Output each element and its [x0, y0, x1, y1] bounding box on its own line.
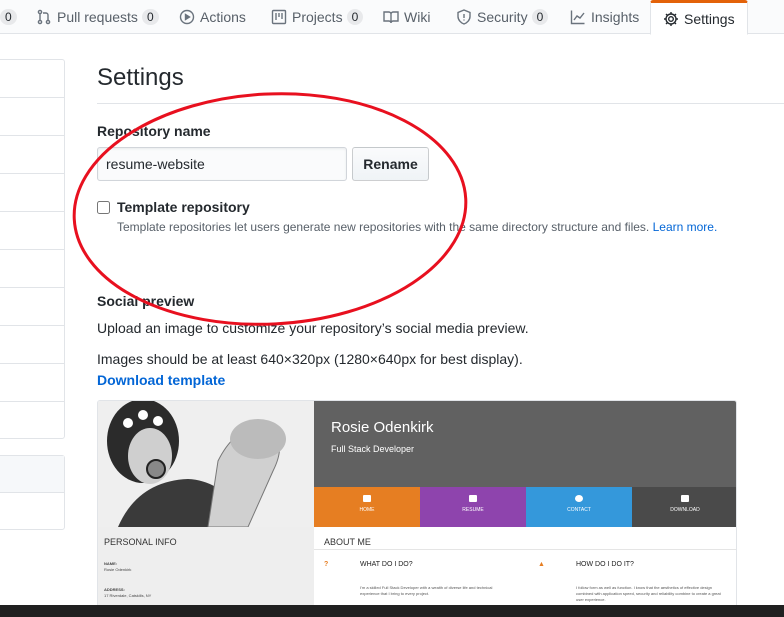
download-template-link[interactable]: Download template: [97, 372, 225, 388]
tab-label: Insights: [591, 9, 640, 25]
settings-sidebar-secondary: [0, 455, 65, 530]
template-repository-checkbox[interactable]: [97, 201, 110, 214]
nav-label: CONTACT: [567, 507, 591, 513]
tab-counter: 0: [531, 9, 549, 25]
how-heading: HOW DO I DO IT?: [576, 561, 634, 568]
tab-settings[interactable]: Settings: [650, 0, 748, 35]
social-preview-size-note: Images should be at least 640×320px (128…: [97, 351, 523, 367]
tab-label: Pull requests: [57, 9, 138, 25]
settings-sidebar-menu: [0, 59, 65, 439]
preview-nav-home: HOME: [314, 487, 420, 527]
title-divider: [97, 103, 784, 104]
tab-insights[interactable]: Insights: [570, 0, 639, 34]
graph-icon: [570, 9, 586, 25]
sidebar-item[interactable]: [0, 174, 64, 212]
project-icon: [271, 9, 287, 25]
tab-projects[interactable]: Projects 0: [271, 0, 364, 34]
tab-code-fragment[interactable]: 0: [0, 0, 17, 34]
what-text: I'm a skilled Full Stack Developer with …: [360, 585, 493, 596]
sidebar-item[interactable]: [0, 136, 64, 174]
home-icon: [363, 495, 371, 502]
tab-actions[interactable]: Actions: [179, 0, 246, 34]
preview-name: Rosie Odenkirk: [331, 419, 434, 436]
preview-personal-info: PERSONAL INFO NAME: Rosie Odenkirk ADDRE…: [98, 527, 314, 616]
about-me-heading: ABOUT ME: [324, 537, 371, 547]
about-divider: [314, 549, 736, 550]
preview-about-me: ABOUT ME ? WHAT DO I DO? I'm a skilled F…: [314, 527, 736, 616]
sidebar-item[interactable]: [0, 60, 64, 98]
sidebar-item[interactable]: [0, 250, 64, 288]
tab-label: Projects: [292, 9, 343, 25]
sidebar-item[interactable]: [0, 326, 64, 364]
name-value: Rosie Odenkirk: [104, 567, 132, 572]
social-preview-title: Social preview: [97, 293, 195, 309]
personal-info-heading: PERSONAL INFO: [104, 537, 177, 547]
preview-nav-download: DOWNLOAD: [632, 487, 736, 527]
nav-label: DOWNLOAD: [670, 507, 700, 513]
sidebar-item[interactable]: [0, 98, 64, 136]
preview-role: Full Stack Developer: [331, 444, 415, 454]
social-preview-image[interactable]: Rosie Odenkirk Full Stack Developer HOME…: [97, 400, 737, 617]
repo-name-input[interactable]: [97, 147, 347, 181]
repo-nav-tabs: 0 Pull requests 0 Actions Projects 0 Wik…: [0, 0, 784, 35]
tab-counter: 0: [0, 9, 17, 25]
nav-label: RESUME: [462, 507, 484, 513]
tab-counter: 0: [141, 9, 159, 25]
name-label: NAME:: [104, 561, 118, 566]
learn-more-link[interactable]: Learn more.: [653, 220, 718, 234]
template-note-text: Template repositories let users generate…: [117, 220, 650, 234]
question-icon: ?: [324, 561, 329, 568]
pull-request-icon: [36, 9, 52, 25]
preview-nav-resume: RESUME: [420, 487, 526, 527]
tab-label: Actions: [200, 9, 246, 25]
preview-nav: HOME RESUME CONTACT DOWNLOAD: [314, 487, 736, 527]
tab-wiki[interactable]: Wiki: [383, 0, 430, 34]
tab-label: Security: [477, 9, 528, 25]
download-icon: [681, 495, 689, 502]
book-icon: [383, 9, 399, 25]
sidebar-item[interactable]: [0, 212, 64, 250]
sidebar-item[interactable]: [0, 288, 64, 326]
preview-header: Rosie Odenkirk Full Stack Developer: [314, 401, 736, 487]
how-text: I follow form as well as function. I kno…: [576, 585, 721, 602]
tab-security[interactable]: Security 0: [456, 0, 549, 34]
page-title: Settings: [97, 64, 184, 91]
sidebar-item[interactable]: [0, 402, 64, 440]
repo-name-label: Repository name: [97, 123, 211, 139]
gear-icon: [663, 11, 679, 27]
thumbs-up-icon: ▲: [538, 561, 545, 568]
sidebar-item[interactable]: [0, 493, 64, 530]
preview-nav-contact: CONTACT: [526, 487, 632, 527]
sidebar-item[interactable]: [0, 364, 64, 402]
portrait-photo: [98, 401, 314, 527]
template-repository-label[interactable]: Template repository: [117, 199, 250, 215]
tab-pull-requests[interactable]: Pull requests 0: [36, 0, 159, 34]
tab-counter: 0: [346, 9, 364, 25]
tab-label: Settings: [684, 10, 735, 27]
play-icon: [179, 9, 195, 25]
taskbar-edge: [0, 605, 784, 617]
shield-icon: [456, 9, 472, 25]
tab-label: Wiki: [404, 9, 431, 25]
social-preview-description: Upload an image to customize your reposi…: [97, 320, 529, 336]
graduation-cap-icon: [469, 495, 477, 502]
speech-bubble-icon: [575, 495, 583, 502]
what-heading: WHAT DO I DO?: [360, 561, 413, 568]
address-label: ADDRESS:: [104, 587, 125, 592]
address-value: 17 Riverdale, Catskills, NY: [104, 593, 152, 598]
template-repository-note: Template repositories let users generate…: [117, 220, 717, 234]
rename-button[interactable]: Rename: [352, 147, 429, 181]
sidebar-item[interactable]: [0, 456, 64, 493]
nav-label: HOME: [359, 507, 375, 513]
